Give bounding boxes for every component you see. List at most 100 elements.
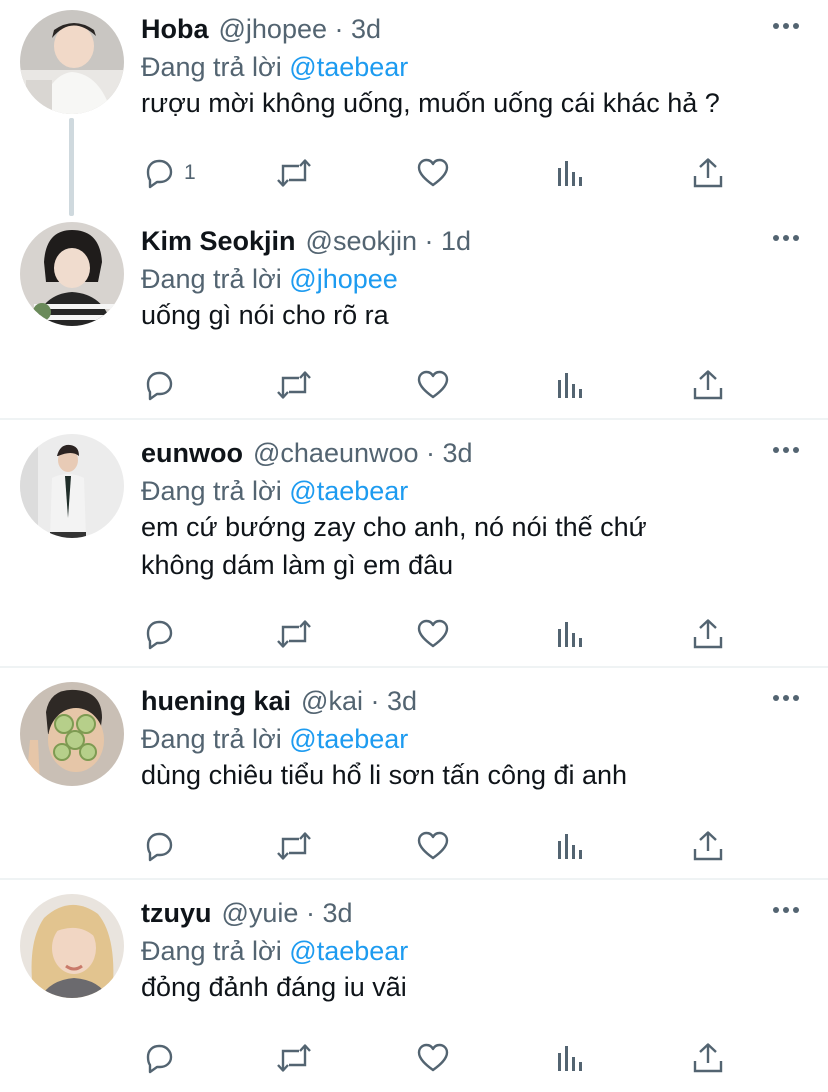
timestamp[interactable]: 3d: [351, 14, 381, 44]
tweet-text-line: không dám làm gì em đâu: [141, 550, 454, 580]
reply-count: 1: [184, 161, 196, 184]
replying-to: Đang trả lời @taebear: [141, 474, 408, 508]
retweet-icon: [277, 832, 311, 860]
tweet-actions: [140, 826, 740, 866]
tweet-text-line: rượu mời không uống, muốn uống cái khác …: [141, 88, 720, 118]
tweet[interactable]: Hoba @jhopee · 3d Đang trả lời @taebear r…: [0, 0, 828, 210]
replying-to: Đang trả lời @taebear: [141, 722, 408, 756]
reply-mention-link[interactable]: @jhopee: [289, 264, 398, 294]
handle[interactable]: @seokjin: [306, 226, 417, 256]
reply-button[interactable]: [142, 614, 184, 654]
divider: [0, 666, 828, 668]
tweet-text: dùng chiêu tiểu hổ li sơn tấn công đi an…: [141, 756, 801, 794]
like-button[interactable]: [416, 614, 450, 654]
analytics-button[interactable]: [554, 365, 588, 405]
reply-icon: [146, 1044, 173, 1074]
share-icon: [693, 370, 723, 400]
tweet-text: uống gì nói cho rõ ra: [141, 296, 801, 334]
reply-mention-link[interactable]: @taebear: [289, 476, 408, 506]
reply-mention-link[interactable]: @taebear: [289, 936, 408, 966]
share-button[interactable]: [691, 614, 725, 654]
tweet[interactable]: Kim Seokjin @seokjin · 1d Đang trả lời @j…: [0, 212, 828, 418]
handle[interactable]: @jhopee: [219, 14, 328, 44]
retweet-icon: [277, 1044, 311, 1072]
timestamp[interactable]: 3d: [443, 438, 473, 468]
avatar[interactable]: [20, 434, 124, 538]
tweet-actions: 1: [140, 153, 740, 193]
handle[interactable]: @yuie: [222, 898, 299, 928]
avatar[interactable]: [20, 10, 124, 114]
display-name[interactable]: Kim Seokjin: [141, 226, 296, 256]
tweet[interactable]: eunwoo @chaeunwoo · 3d Đang trả lời @taeb…: [0, 424, 828, 666]
handle-and-time: @seokjin · 1d: [305, 226, 472, 256]
share-button[interactable]: [691, 153, 725, 193]
analytics-icon: [558, 161, 582, 186]
tweet-header: tzuyu @yuie · 3d: [141, 896, 353, 930]
like-button[interactable]: [416, 365, 450, 405]
analytics-button[interactable]: [554, 614, 588, 654]
timestamp[interactable]: 3d: [387, 686, 417, 716]
display-name[interactable]: tzuyu: [141, 898, 212, 928]
retweet-button[interactable]: [275, 1038, 313, 1078]
handle-and-time: @yuie · 3d: [221, 898, 353, 928]
reply-button[interactable]: 1: [142, 153, 196, 193]
tweet-text: rượu mời không uống, muốn uống cái khác …: [141, 84, 801, 122]
retweet-button[interactable]: [275, 826, 313, 866]
tweet[interactable]: tzuyu @yuie · 3d Đang trả lời @taebear đỏ…: [0, 884, 828, 1092]
retweet-button[interactable]: [275, 614, 313, 654]
handle-and-time: @jhopee · 3d: [218, 14, 382, 44]
share-button[interactable]: [691, 1038, 725, 1078]
handle[interactable]: @chaeunwoo: [253, 438, 419, 468]
share-button[interactable]: [691, 826, 725, 866]
analytics-button[interactable]: [554, 153, 588, 193]
retweet-button[interactable]: [275, 365, 313, 405]
heart-icon: [417, 158, 449, 187]
display-name[interactable]: Hoba: [141, 14, 209, 44]
heart-icon: [417, 831, 449, 860]
avatar[interactable]: [20, 222, 124, 326]
tweet[interactable]: huening kai @kai · 3d Đang trả lời @taebe…: [0, 672, 828, 878]
analytics-button[interactable]: [554, 826, 588, 866]
reply-button[interactable]: [142, 826, 184, 866]
analytics-icon: [558, 622, 582, 647]
like-button[interactable]: [416, 826, 450, 866]
more-options-button[interactable]: [772, 900, 800, 920]
reply-mention-link[interactable]: @taebear: [289, 724, 408, 754]
retweet-icon: [277, 620, 311, 648]
more-options-button[interactable]: [772, 440, 800, 460]
more-options-button[interactable]: [772, 228, 800, 248]
divider: [0, 418, 828, 420]
like-button[interactable]: [416, 153, 450, 193]
handle[interactable]: @kai: [301, 686, 363, 716]
avatar[interactable]: [20, 894, 124, 998]
retweet-button[interactable]: [275, 153, 313, 193]
share-icon: [693, 1043, 723, 1073]
replying-to: Đang trả lời @taebear: [141, 934, 408, 968]
reply-button[interactable]: [142, 365, 184, 405]
share-icon: [693, 831, 723, 861]
timestamp[interactable]: 1d: [441, 226, 471, 256]
more-options-button[interactable]: [772, 688, 800, 708]
more-options-button[interactable]: [772, 16, 800, 36]
replying-to-label: Đang trả lời: [141, 476, 282, 506]
tweet-actions: [140, 365, 740, 405]
share-button[interactable]: [691, 365, 725, 405]
retweet-icon: [277, 371, 311, 399]
heart-icon: [417, 370, 449, 399]
replying-to-label: Đang trả lời: [141, 724, 282, 754]
more-icon: [773, 23, 799, 29]
tweet-actions: [140, 614, 740, 654]
avatar[interactable]: [20, 682, 124, 786]
analytics-button[interactable]: [554, 1038, 588, 1078]
replying-to: Đang trả lời @taebear: [141, 50, 408, 84]
like-button[interactable]: [416, 1038, 450, 1078]
tweet-text-line: đỏng đảnh đáng iu vãi: [141, 972, 407, 1002]
reply-mention-link[interactable]: @taebear: [289, 52, 408, 82]
reply-icon: [146, 159, 173, 189]
display-name[interactable]: eunwoo: [141, 438, 243, 468]
tweet-header: Kim Seokjin @seokjin · 1d: [141, 224, 471, 258]
display-name[interactable]: huening kai: [141, 686, 291, 716]
timestamp[interactable]: 3d: [322, 898, 352, 928]
tweet-text-line: em cứ bướng zay cho anh, nó nói thế chứ: [141, 512, 647, 542]
reply-button[interactable]: [142, 1038, 184, 1078]
